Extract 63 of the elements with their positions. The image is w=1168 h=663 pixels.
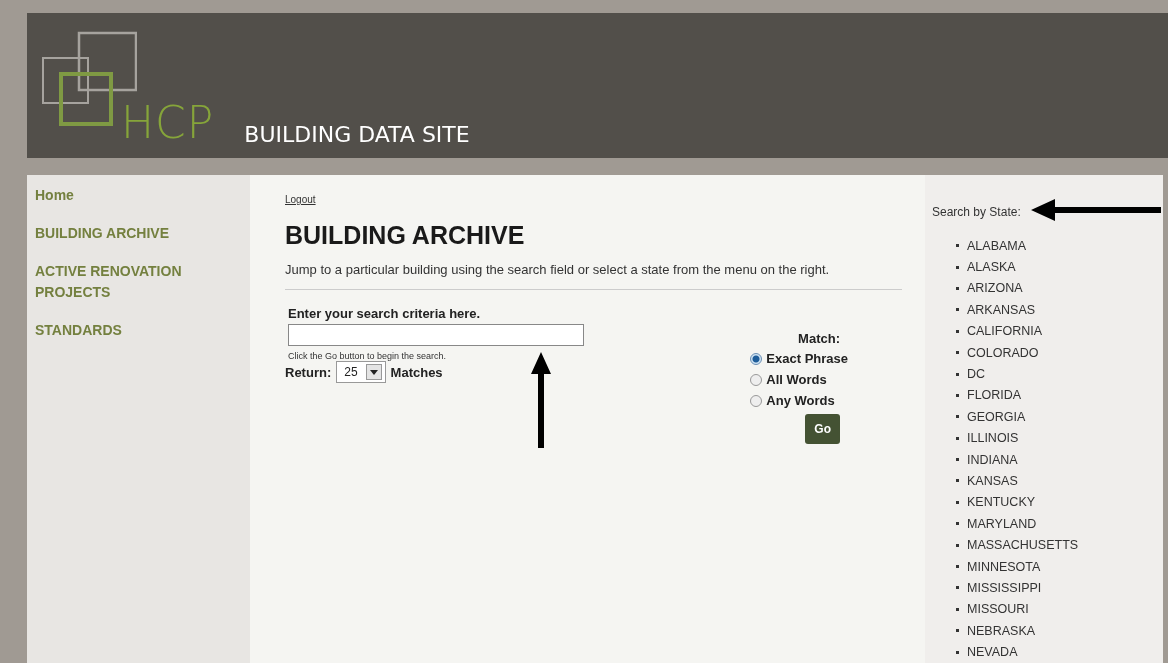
search-field[interactable] <box>288 324 584 346</box>
site-title: BUILDING DATA SITE <box>244 122 470 147</box>
state-link[interactable]: GEORGIA <box>967 409 1026 424</box>
state-link[interactable]: ARKANSAS <box>967 302 1036 317</box>
state-link[interactable]: ALABAMA <box>967 238 1027 253</box>
radio-label: Any Words <box>766 393 835 408</box>
bullet-icon <box>956 351 959 355</box>
match-label: Match: <box>798 331 840 346</box>
state-link[interactable]: KANSAS <box>967 474 1018 488</box>
logo-text: HCP <box>121 97 215 148</box>
bullet-icon <box>956 522 959 526</box>
bullet-icon <box>956 607 959 611</box>
state-menu-title: Search by State: <box>932 205 1021 219</box>
state-link[interactable]: INDIANA <box>967 452 1018 467</box>
matches-label: Matches <box>390 364 443 380</box>
state-link[interactable]: MISSISSIPPI <box>967 580 1042 595</box>
return-dropdown[interactable]: 25 <box>336 361 386 383</box>
radio-label: All Words <box>766 372 827 387</box>
state-link[interactable]: ALASKA <box>967 260 1016 275</box>
bullet-icon <box>956 286 959 290</box>
page-title: BUILDING ARCHIVE <box>285 221 526 250</box>
intro-text: Jump to a particular building using the search field or select a state from the menu on the right. <box>285 262 831 277</box>
bullet-icon <box>956 415 959 419</box>
state-link[interactable]: NEBRASKA <box>967 623 1036 638</box>
bullet-icon <box>956 308 959 312</box>
state-link[interactable]: MARYLAND <box>967 516 1037 531</box>
bullet-icon <box>956 543 959 547</box>
search-hint: Click the Go button to begin the search. <box>288 351 448 361</box>
bullet-icon <box>956 458 959 462</box>
bullet-icon <box>956 586 959 590</box>
bullet-icon <box>956 329 959 333</box>
state-link[interactable]: ARIZONA <box>967 281 1023 296</box>
state-link[interactable]: NEVADA <box>967 645 1018 660</box>
bullet-icon <box>956 500 959 504</box>
search-label: Enter your search criteria here. <box>288 306 482 321</box>
bullet-icon <box>956 479 959 483</box>
state-link[interactable]: COLORADO <box>967 345 1039 360</box>
radio-button[interactable] <box>750 394 763 407</box>
radio-label: Exact Phrase <box>766 351 848 366</box>
bullet-icon <box>956 565 959 569</box>
bullet-icon <box>956 393 959 397</box>
go-button[interactable]: Go <box>805 414 840 444</box>
radio-button[interactable] <box>750 373 763 386</box>
bullet-icon <box>956 629 959 633</box>
bullet-icon <box>956 650 959 654</box>
return-label: Return: <box>285 364 332 380</box>
logout-link[interactable]: Logout <box>285 194 316 205</box>
state-link[interactable]: MASSACHUSETTS <box>967 538 1079 553</box>
state-link[interactable]: KENTUCKY <box>967 495 1036 510</box>
state-link[interactable]: MISSOURI <box>967 602 1029 617</box>
state-link[interactable]: ILLINOIS <box>967 431 1019 446</box>
state-link[interactable]: CALIFORNIA <box>967 324 1042 339</box>
bullet-icon <box>956 244 959 248</box>
state-link[interactable]: FLORIDA <box>967 388 1022 403</box>
bullet-icon <box>956 372 959 376</box>
up-arrow-icon <box>531 352 551 448</box>
state-link[interactable]: DC <box>967 367 986 382</box>
dropdown-icon <box>365 364 382 380</box>
bullet-icon <box>956 265 959 269</box>
left-arrow-icon <box>1031 199 1161 221</box>
radio-button[interactable] <box>750 352 763 365</box>
state-link[interactable]: MINNESOTA <box>967 559 1041 574</box>
bullet-icon <box>956 436 959 440</box>
